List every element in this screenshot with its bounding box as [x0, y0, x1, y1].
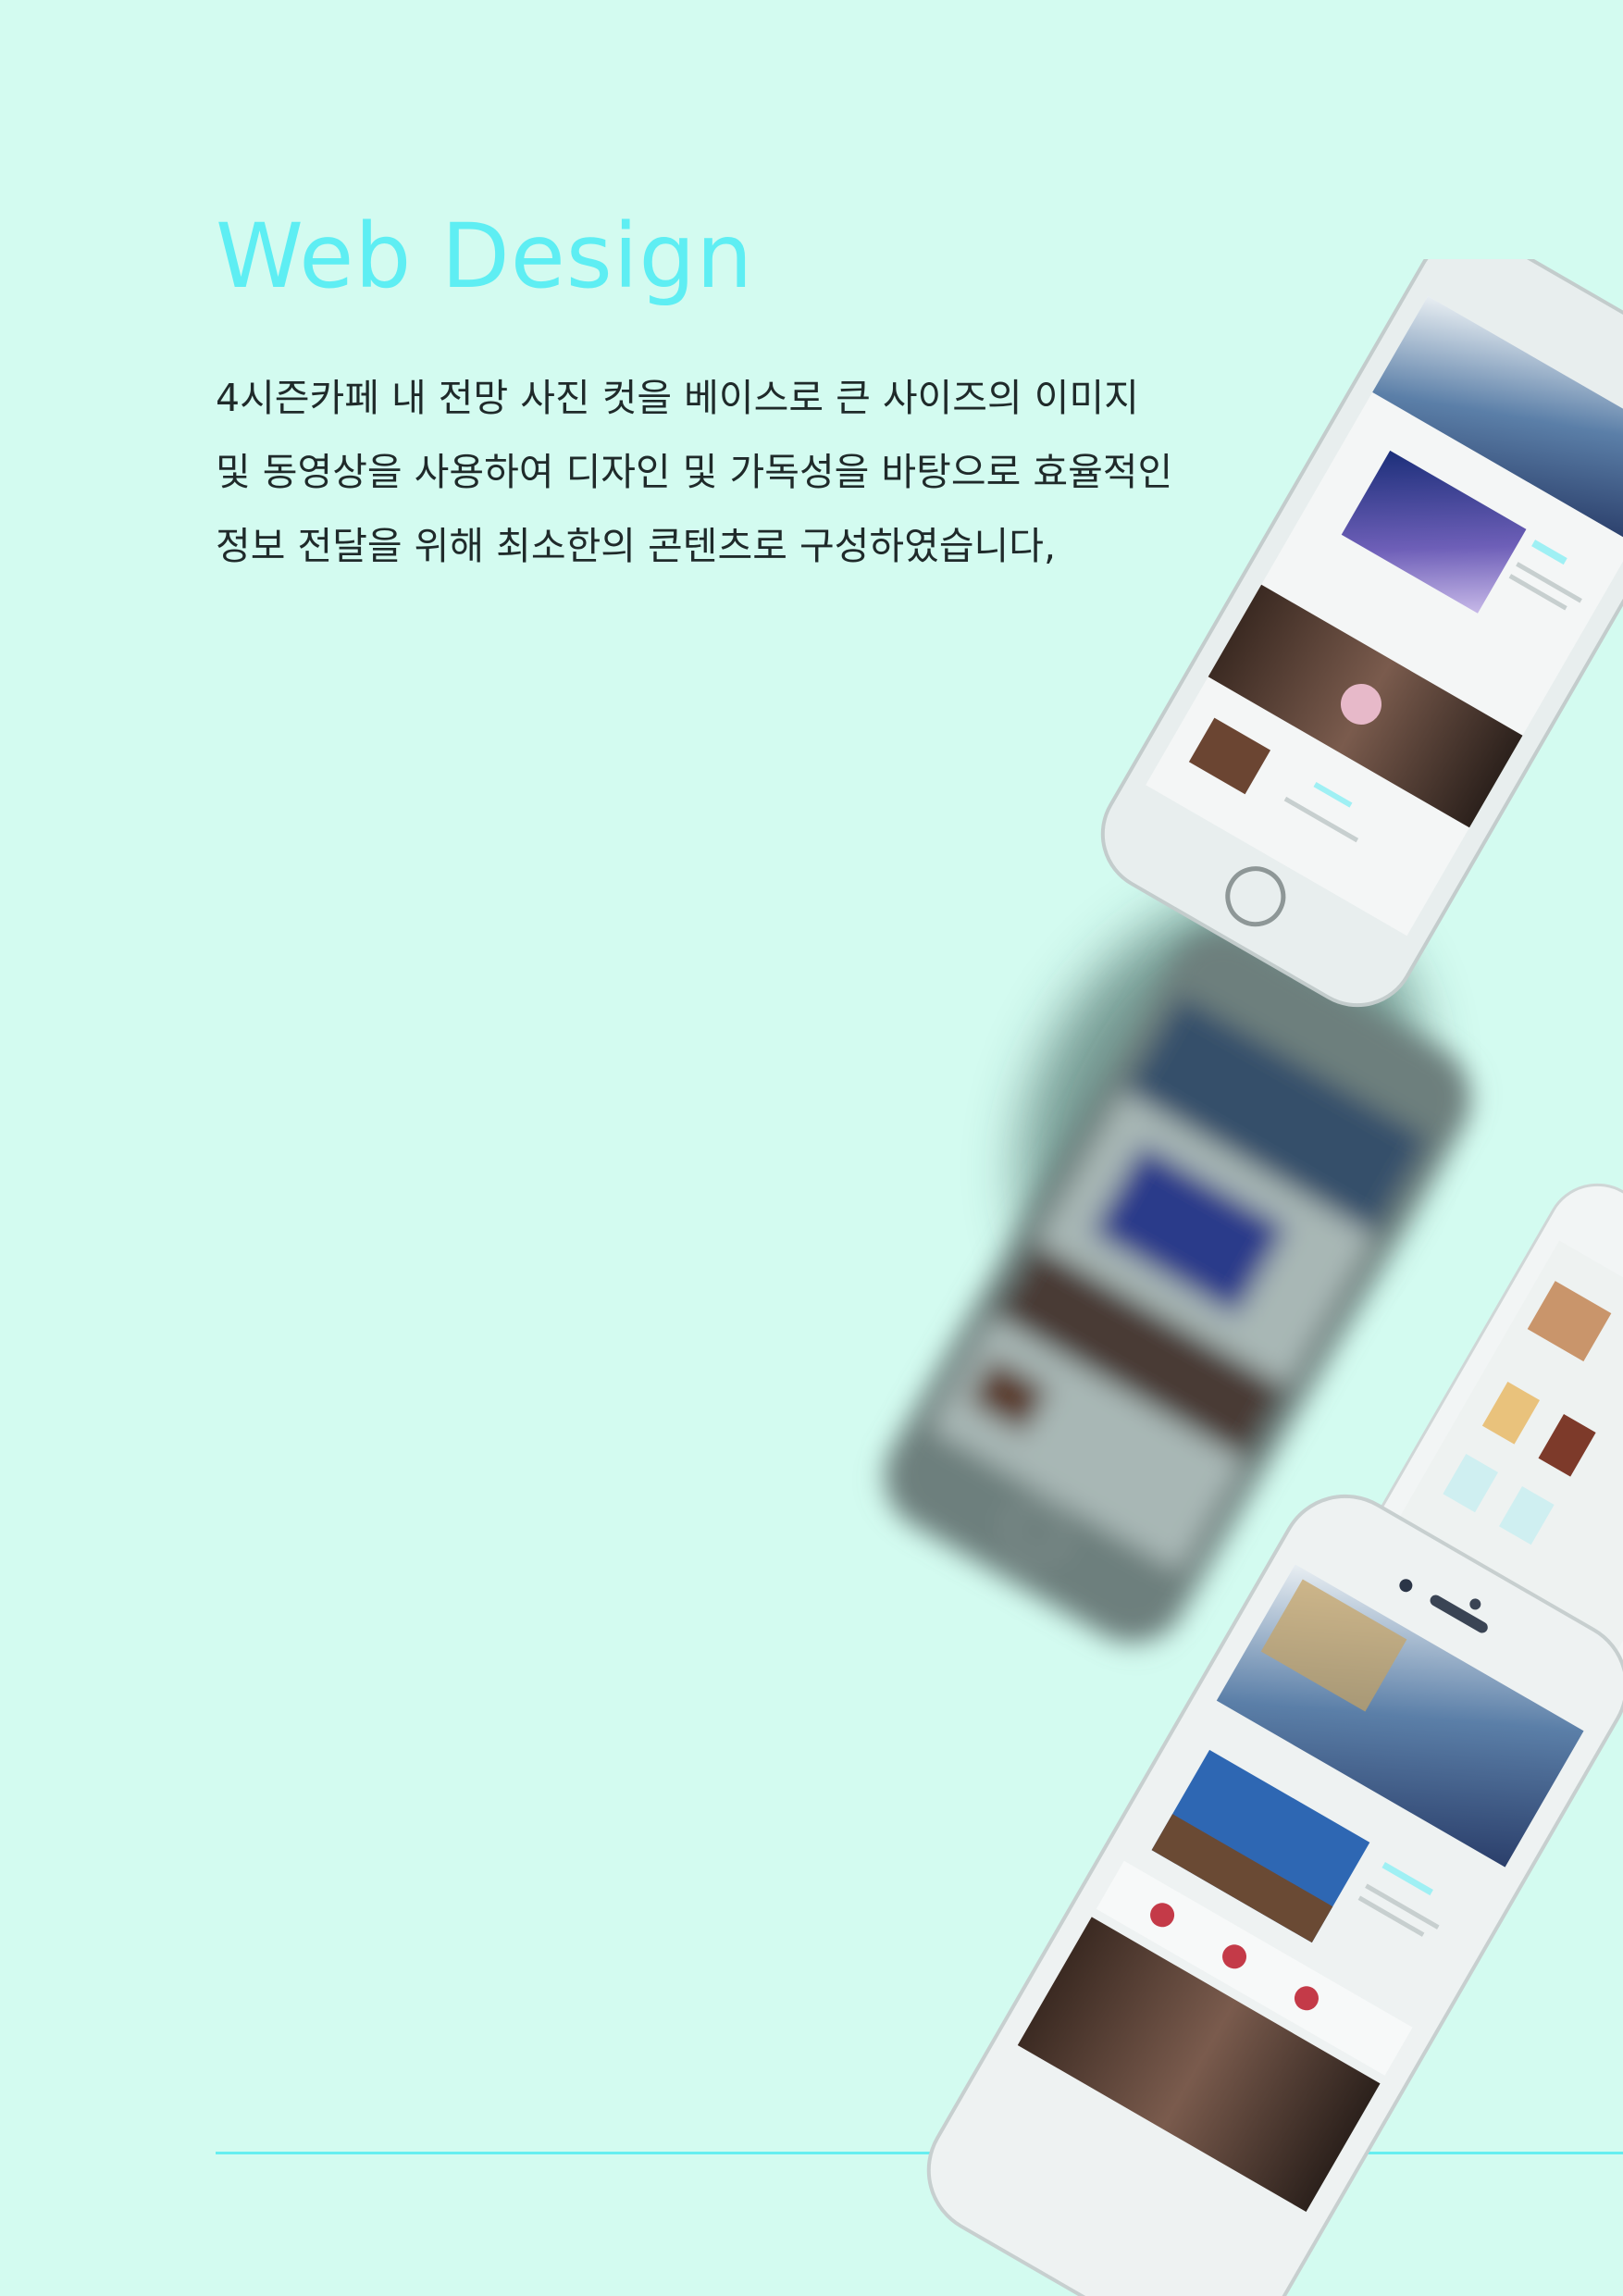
phone-mockup-bottom [926, 1494, 1623, 2296]
phone-mockups-illustration [885, 259, 1623, 2296]
phone-mockup-top [1100, 259, 1623, 1008]
page-title: Web Design [216, 205, 754, 308]
